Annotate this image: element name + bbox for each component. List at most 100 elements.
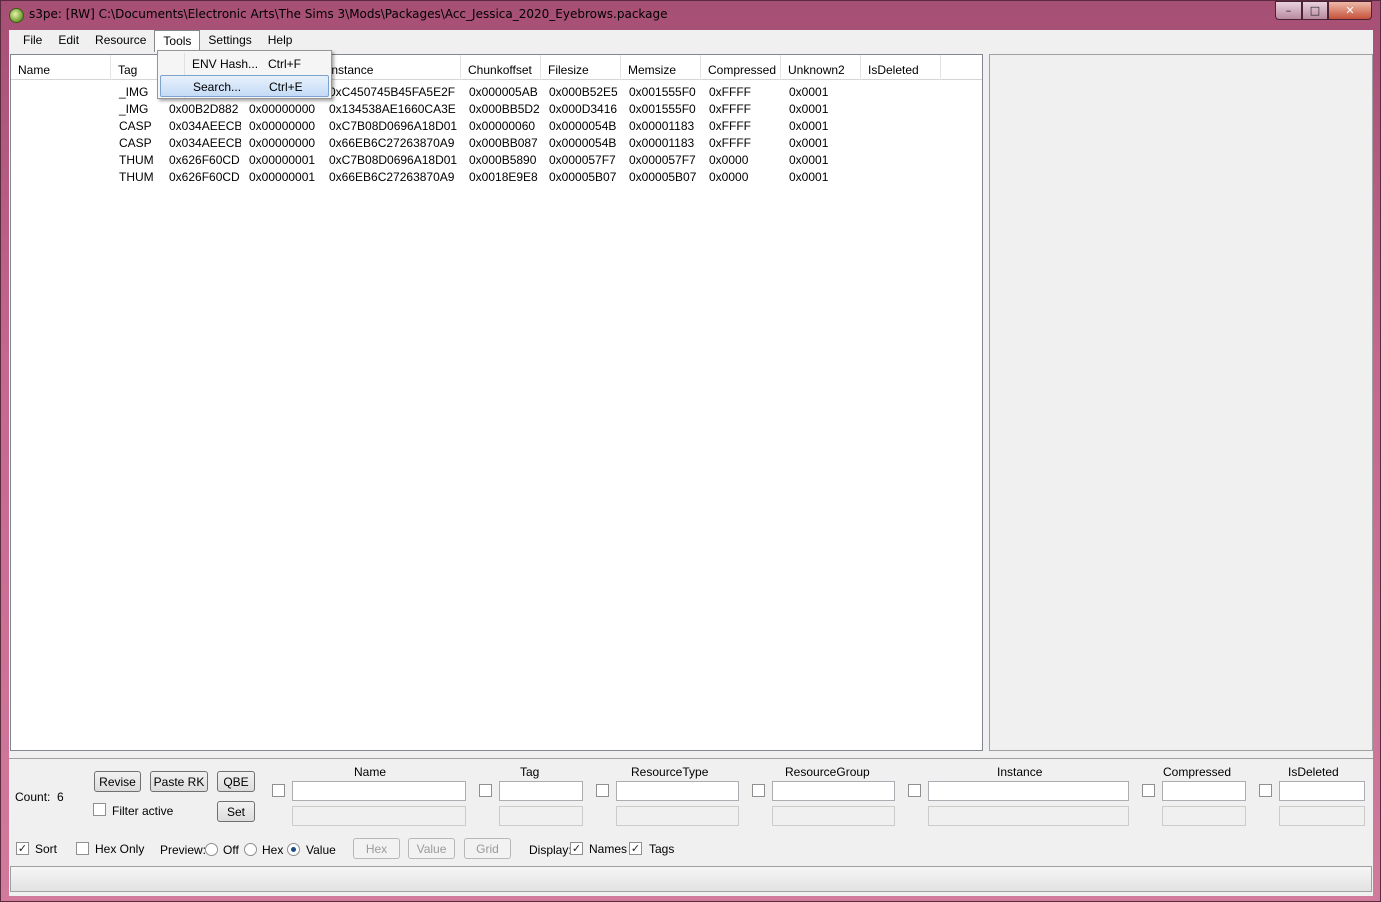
grid-button[interactable]: Grid <box>464 838 511 859</box>
table-row[interactable]: THUM 0x626F60CD 0x00000001 0xC7B08D0696A18D… <box>11 152 982 169</box>
display-names-checkbox[interactable]: ✓ <box>570 842 583 855</box>
hex-only-checkbox[interactable] <box>76 842 89 855</box>
cell-instance: 0xC7B08D0696A18D01 <box>329 119 458 133</box>
title-bar[interactable]: s3pe: [RW] C:\Documents\Electronic Arts\… <box>1 1 1380 29</box>
cell-type: 0x626F60CD <box>169 153 240 167</box>
cell-filesize: 0x000D3416 <box>549 102 618 116</box>
column-header-instance[interactable]: Instance <box>321 55 461 80</box>
menu-edit[interactable]: Edit <box>50 30 87 52</box>
filter-resourcetype-checkbox[interactable] <box>596 784 609 797</box>
menu-file[interactable]: File <box>15 30 50 52</box>
env-hash-shortcut: Ctrl+F <box>268 57 301 71</box>
cell-type: 0x034AEECB <box>169 119 241 133</box>
preview-panel <box>989 54 1373 751</box>
sort-checkbox[interactable]: ✓ <box>16 842 29 855</box>
minimize-button[interactable]: – <box>1275 1 1302 20</box>
menu-settings[interactable]: Settings <box>200 30 259 52</box>
filter-isdeleted-input[interactable] <box>1279 781 1365 801</box>
cell-tag: THUM <box>119 153 154 167</box>
filter-resourcegroup-checkbox[interactable] <box>752 784 765 797</box>
menu-item-search[interactable]: Search... Ctrl+E <box>160 75 329 97</box>
preview-hex-radio[interactable] <box>244 843 257 856</box>
column-header-memsize[interactable]: Memsize <box>621 55 701 80</box>
table-row[interactable]: _IMG 0x00B2D882 0x00000000 0x134538AE1660CA… <box>11 101 982 118</box>
cell-compressed: 0xFFFF <box>709 136 751 150</box>
cell-unknown2: 0x0001 <box>789 119 829 133</box>
filter-isdeleted-checkbox[interactable] <box>1259 784 1272 797</box>
filter-compressed-checkbox[interactable] <box>1142 784 1155 797</box>
filter-panel: Count: 6 Revise Paste RK QBE Set Filter … <box>9 758 1373 866</box>
column-header-compressed[interactable]: Compressed <box>701 55 781 80</box>
column-header-isdeleted[interactable]: IsDeleted <box>861 55 941 80</box>
sort-label: Sort <box>35 842 58 856</box>
column-header-tag[interactable]: Tag <box>111 55 161 80</box>
set-button[interactable]: Set <box>217 801 255 822</box>
cell-name <box>11 135 111 152</box>
cell-group: 0x00000000 <box>249 136 316 150</box>
cell-filesize: 0x0000054B <box>549 136 617 150</box>
count-value: 6 <box>57 790 64 804</box>
column-header-name[interactable]: Name <box>11 55 111 80</box>
cell-isdeleted <box>861 135 941 152</box>
resource-list[interactable]: Name Tag Instance Chunkoffset Filesize M… <box>10 54 983 751</box>
filter-instance-label: Instance <box>997 765 1043 779</box>
preview-hex-label: Hex <box>262 843 284 857</box>
client-area: File Edit Resource Tools Settings Help N… <box>9 30 1373 896</box>
cell-group: 0x00000000 <box>249 102 316 116</box>
filter-tag-label: Tag <box>520 765 540 779</box>
menu-item-env-hash[interactable]: ENV Hash... Ctrl+F <box>160 53 329 75</box>
table-row[interactable]: CASP 0x034AEECB 0x00000000 0x66EB6C27263870… <box>11 135 982 152</box>
filter-active-checkbox[interactable] <box>93 803 106 816</box>
filter-name-regex <box>292 806 466 826</box>
close-button[interactable]: ✕ <box>1328 1 1372 20</box>
filter-tag-input[interactable] <box>499 781 583 801</box>
menu-help[interactable]: Help <box>260 30 301 52</box>
cell-compressed: 0xFFFF <box>709 119 751 133</box>
cell-type: 0x00B2D882 <box>169 102 239 116</box>
cell-memsize: 0x00005B07 <box>629 170 697 184</box>
filter-compressed-regex <box>1162 806 1246 826</box>
cell-group: 0x00000000 <box>249 119 316 133</box>
cell-name <box>11 101 111 118</box>
display-tags-checkbox[interactable]: ✓ <box>629 842 642 855</box>
cell-isdeleted <box>861 169 941 186</box>
cell-group: 0x00000001 <box>249 153 316 167</box>
filter-instance-input[interactable] <box>928 781 1129 801</box>
filter-tag-checkbox[interactable] <box>479 784 492 797</box>
cell-instance: 0x66EB6C27263870A9 <box>329 136 455 150</box>
preview-off-radio[interactable] <box>205 843 218 856</box>
filter-instance-checkbox[interactable] <box>908 784 921 797</box>
filter-name-input[interactable] <box>292 781 466 801</box>
preview-value-radio[interactable] <box>287 843 300 856</box>
column-header-unknown2[interactable]: Unknown2 <box>781 55 861 80</box>
filter-name-checkbox[interactable] <box>272 784 285 797</box>
menu-tools[interactable]: Tools <box>154 30 201 52</box>
value-button[interactable]: Value <box>408 838 455 859</box>
cell-type: 0x626F60CD <box>169 170 240 184</box>
column-header-filesize[interactable]: Filesize <box>541 55 621 80</box>
paste-rk-button[interactable]: Paste RK <box>150 771 208 792</box>
count-label: Count: <box>15 790 51 804</box>
maximize-button[interactable]: □ <box>1302 1 1328 20</box>
filter-compressed-input[interactable] <box>1162 781 1246 801</box>
filter-name-label: Name <box>354 765 387 779</box>
table-row[interactable]: CASP 0x034AEECB 0x00000000 0xC7B08D0696A18D… <box>11 118 982 135</box>
display-label: Display: <box>529 843 572 857</box>
menu-resource[interactable]: Resource <box>87 30 154 52</box>
revise-button[interactable]: Revise <box>94 771 141 792</box>
env-hash-label: ENV Hash... <box>192 57 259 71</box>
cell-isdeleted <box>861 84 941 101</box>
cell-chunkoffset: 0x0018E9E8 <box>469 170 538 184</box>
filter-resourcegroup-label: ResourceGroup <box>785 765 870 779</box>
table-row[interactable]: THUM 0x626F60CD 0x00000001 0x66EB6C27263870… <box>11 169 982 186</box>
column-header-chunkoffset[interactable]: Chunkoffset <box>461 55 541 80</box>
cell-chunkoffset: 0x000BB087 <box>469 136 538 150</box>
hex-button[interactable]: Hex <box>353 838 400 859</box>
filter-resourcetype-input[interactable] <box>616 781 739 801</box>
cell-group: 0x00000001 <box>249 170 316 184</box>
cell-filesize: 0x0000054B <box>549 119 617 133</box>
filter-resourcegroup-input[interactable] <box>772 781 895 801</box>
qbe-button[interactable]: QBE <box>217 771 255 792</box>
filter-resourcegroup-regex <box>772 806 895 826</box>
filter-instance-regex <box>928 806 1129 826</box>
